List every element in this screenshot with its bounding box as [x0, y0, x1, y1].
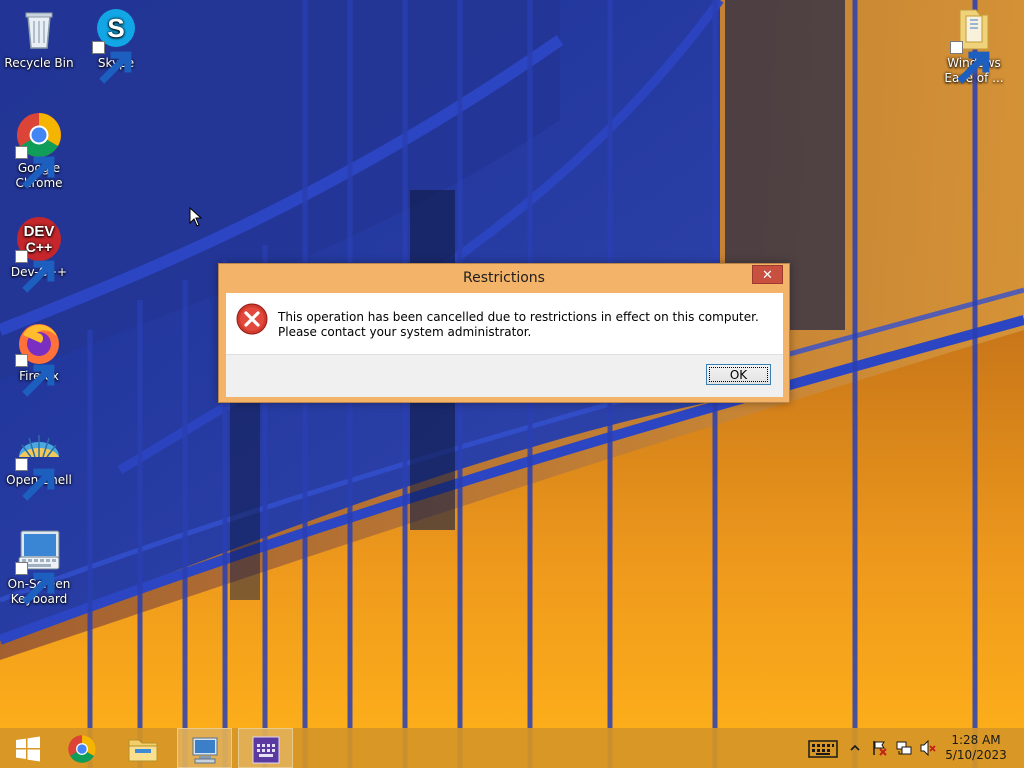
network-icon[interactable]	[896, 740, 912, 756]
desktop-icon-windows-ease-of-access[interactable]: Windows Ease of ...	[937, 6, 1011, 86]
close-button[interactable]: ✕	[752, 265, 783, 284]
dialog-body: This operation has been cancelled due to…	[226, 293, 783, 397]
svg-text:DEV: DEV	[24, 223, 55, 240]
chrome-icon	[67, 735, 96, 763]
desktop-icon-recycle-bin[interactable]: Recycle Bin	[2, 6, 76, 71]
clock-date: 5/10/2023	[945, 748, 1007, 762]
shortcut-arrow-icon	[92, 41, 132, 84]
error-icon	[236, 303, 268, 335]
taskbar-clock[interactable]: 1:28 AM 5/10/2023	[944, 733, 1008, 763]
taskbar-file-explorer[interactable]	[115, 728, 170, 768]
windows-logo-icon	[15, 736, 40, 762]
dialog-message: This operation has been cancelled due to…	[278, 310, 759, 339]
taskbar-remote-desktop[interactable]	[177, 728, 232, 768]
shortcut-arrow-icon	[15, 562, 55, 605]
start-button[interactable]	[0, 728, 55, 768]
volume-muted-icon[interactable]	[920, 740, 936, 756]
shortcut-arrow-icon	[15, 250, 55, 293]
shortcut-arrow-icon	[15, 146, 55, 189]
clock-time: 1:28 AM	[951, 733, 1001, 747]
firefox-icon	[15, 319, 63, 397]
remote-desktop-icon	[192, 737, 217, 764]
shortcut-arrow-icon	[15, 354, 55, 397]
ok-button[interactable]: OK	[706, 364, 771, 385]
mouse-cursor-icon	[189, 207, 203, 227]
open-shell-icon	[15, 423, 63, 501]
system-tray: 1:28 AM 5/10/2023	[794, 728, 1024, 768]
skype-icon: S	[92, 6, 140, 84]
recycle-bin-icon	[15, 6, 63, 54]
desktop-icon-on-screen-keyboard[interactable]: On-Screen Keyboard	[2, 527, 76, 607]
desktop-icon-dev-cpp[interactable]: DEV C++ Dev-C++	[2, 215, 76, 293]
chrome-icon	[15, 111, 63, 189]
keyboard-app-icon	[252, 736, 279, 764]
action-center-flag-icon[interactable]	[872, 740, 888, 756]
taskbar: 1:28 AM 5/10/2023	[0, 728, 1024, 768]
dialog-title: Restrictions	[463, 270, 545, 286]
file-explorer-icon	[128, 739, 157, 762]
restrictions-dialog: Restrictions ✕ This operation has been c…	[218, 263, 790, 403]
show-hidden-icons-chevron-icon[interactable]	[850, 744, 860, 752]
touch-keyboard-icon[interactable]	[808, 740, 838, 758]
desktop-icon-firefox[interactable]: Firefox	[2, 319, 76, 397]
desktop-icon-google-chrome[interactable]: Google Chrome	[2, 111, 76, 191]
keyboard-icon	[15, 527, 63, 605]
folder-icon	[950, 6, 998, 84]
shortcut-arrow-icon	[950, 41, 990, 84]
desktop-icon-label: Recycle Bin	[4, 56, 74, 70]
taskbar-on-screen-keyboard[interactable]	[238, 728, 293, 768]
desktop-icon-skype[interactable]: S Skype	[79, 6, 153, 84]
devcpp-icon: DEV C++	[15, 215, 63, 293]
svg-text:S: S	[107, 13, 124, 43]
taskbar-chrome[interactable]	[54, 728, 109, 768]
shortcut-arrow-icon	[15, 458, 55, 501]
desktop-icon-open-shell[interactable]: Open-Shell	[2, 423, 76, 501]
message-area: This operation has been cancelled due to…	[226, 293, 783, 354]
button-area: OK	[226, 354, 783, 397]
